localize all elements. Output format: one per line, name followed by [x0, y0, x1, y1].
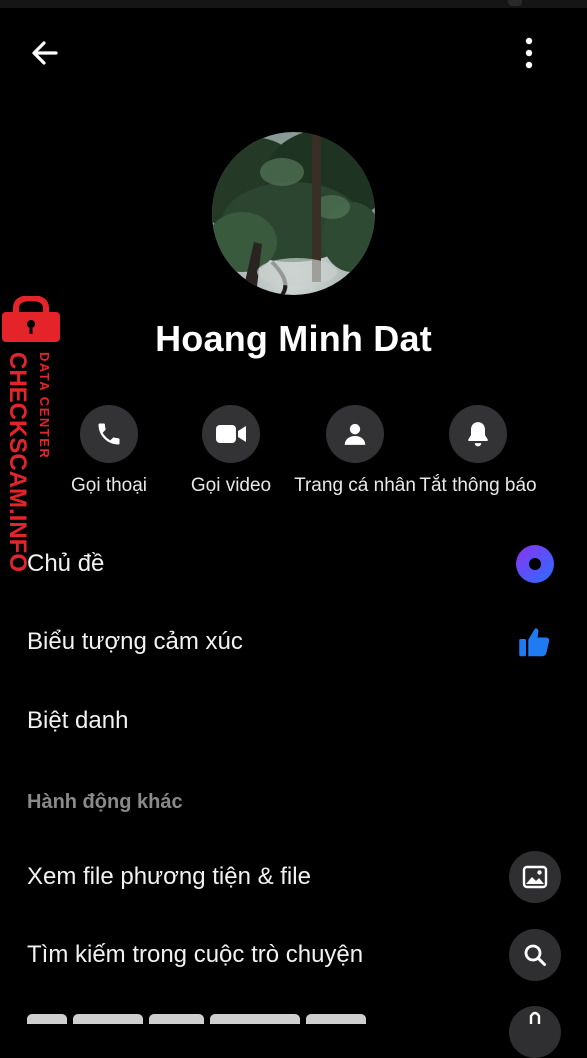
media-files-button-bg — [509, 851, 561, 903]
avatar[interactable] — [212, 132, 375, 295]
watermark: CHECKSCAM.INFO DATA CENTER — [0, 294, 66, 578]
person-icon — [344, 423, 366, 445]
emoji-row[interactable]: Biểu tượng cảm xúc — [0, 605, 587, 679]
voice-call-button[interactable] — [80, 405, 138, 463]
video-camera-icon — [216, 425, 246, 443]
back-button[interactable] — [22, 30, 68, 76]
watermark-center-text: DATA CENTER — [37, 352, 52, 459]
profile-page-button[interactable] — [326, 405, 384, 463]
mute-notifications-label: Tắt thông báo — [419, 475, 537, 496]
more-actions-heading: Hành động khác — [27, 791, 183, 813]
image-icon — [522, 865, 548, 889]
mute-notifications-action[interactable]: Tắt thông báo — [408, 405, 548, 497]
search-icon — [524, 944, 546, 966]
theme-swatch — [515, 544, 555, 584]
arrow-left-icon — [32, 41, 58, 65]
avatar-photo — [212, 132, 375, 295]
media-files-row[interactable]: Xem file phương tiện & file — [0, 840, 587, 914]
mute-notifications-button[interactable] — [449, 405, 507, 463]
phone-icon — [98, 423, 120, 445]
search-conversation-button-bg — [509, 929, 561, 981]
bell-icon — [468, 422, 488, 447]
vertical-dots-icon — [525, 37, 533, 69]
profile-page-label: Trang cá nhân — [294, 475, 416, 496]
emoji-preview — [517, 624, 553, 660]
partial-icon — [529, 1011, 541, 1024]
status-bar-strip — [0, 0, 587, 8]
video-call-button[interactable] — [202, 405, 260, 463]
watermark-site-text: CHECKSCAM.INFO — [4, 352, 31, 572]
theme-color-icon — [516, 545, 554, 583]
watermark-lock-logo: CHECKSCAM.INFO DATA CENTER — [2, 294, 60, 572]
status-bar-notch — [508, 0, 522, 6]
next-row-button[interactable] — [509, 1006, 561, 1058]
nickname-row[interactable]: Biệt danh — [0, 684, 587, 758]
media-files-button[interactable] — [509, 851, 561, 903]
search-conversation-row[interactable]: Tìm kiếm trong cuộc trò chuyện — [0, 918, 587, 992]
profile-name: Hoang Minh Dat — [155, 318, 432, 359]
next-row-partial-text — [27, 1012, 387, 1024]
video-call-label: Gọi video — [190, 475, 272, 496]
more-options-button[interactable] — [506, 30, 552, 76]
profile-page-action[interactable]: Trang cá nhân — [285, 405, 425, 497]
video-call-action[interactable]: Gọi video — [161, 405, 301, 497]
search-conversation-button[interactable] — [509, 929, 561, 981]
emoji-label: Biểu tượng cảm xúc — [27, 628, 243, 655]
theme-row[interactable]: Chủ đề — [0, 527, 587, 601]
media-files-label: Xem file phương tiện & file — [27, 863, 311, 890]
search-conversation-label: Tìm kiếm trong cuộc trò chuyện — [27, 941, 364, 968]
nickname-label: Biệt danh — [27, 707, 129, 734]
thumbs-up-icon — [519, 628, 550, 657]
